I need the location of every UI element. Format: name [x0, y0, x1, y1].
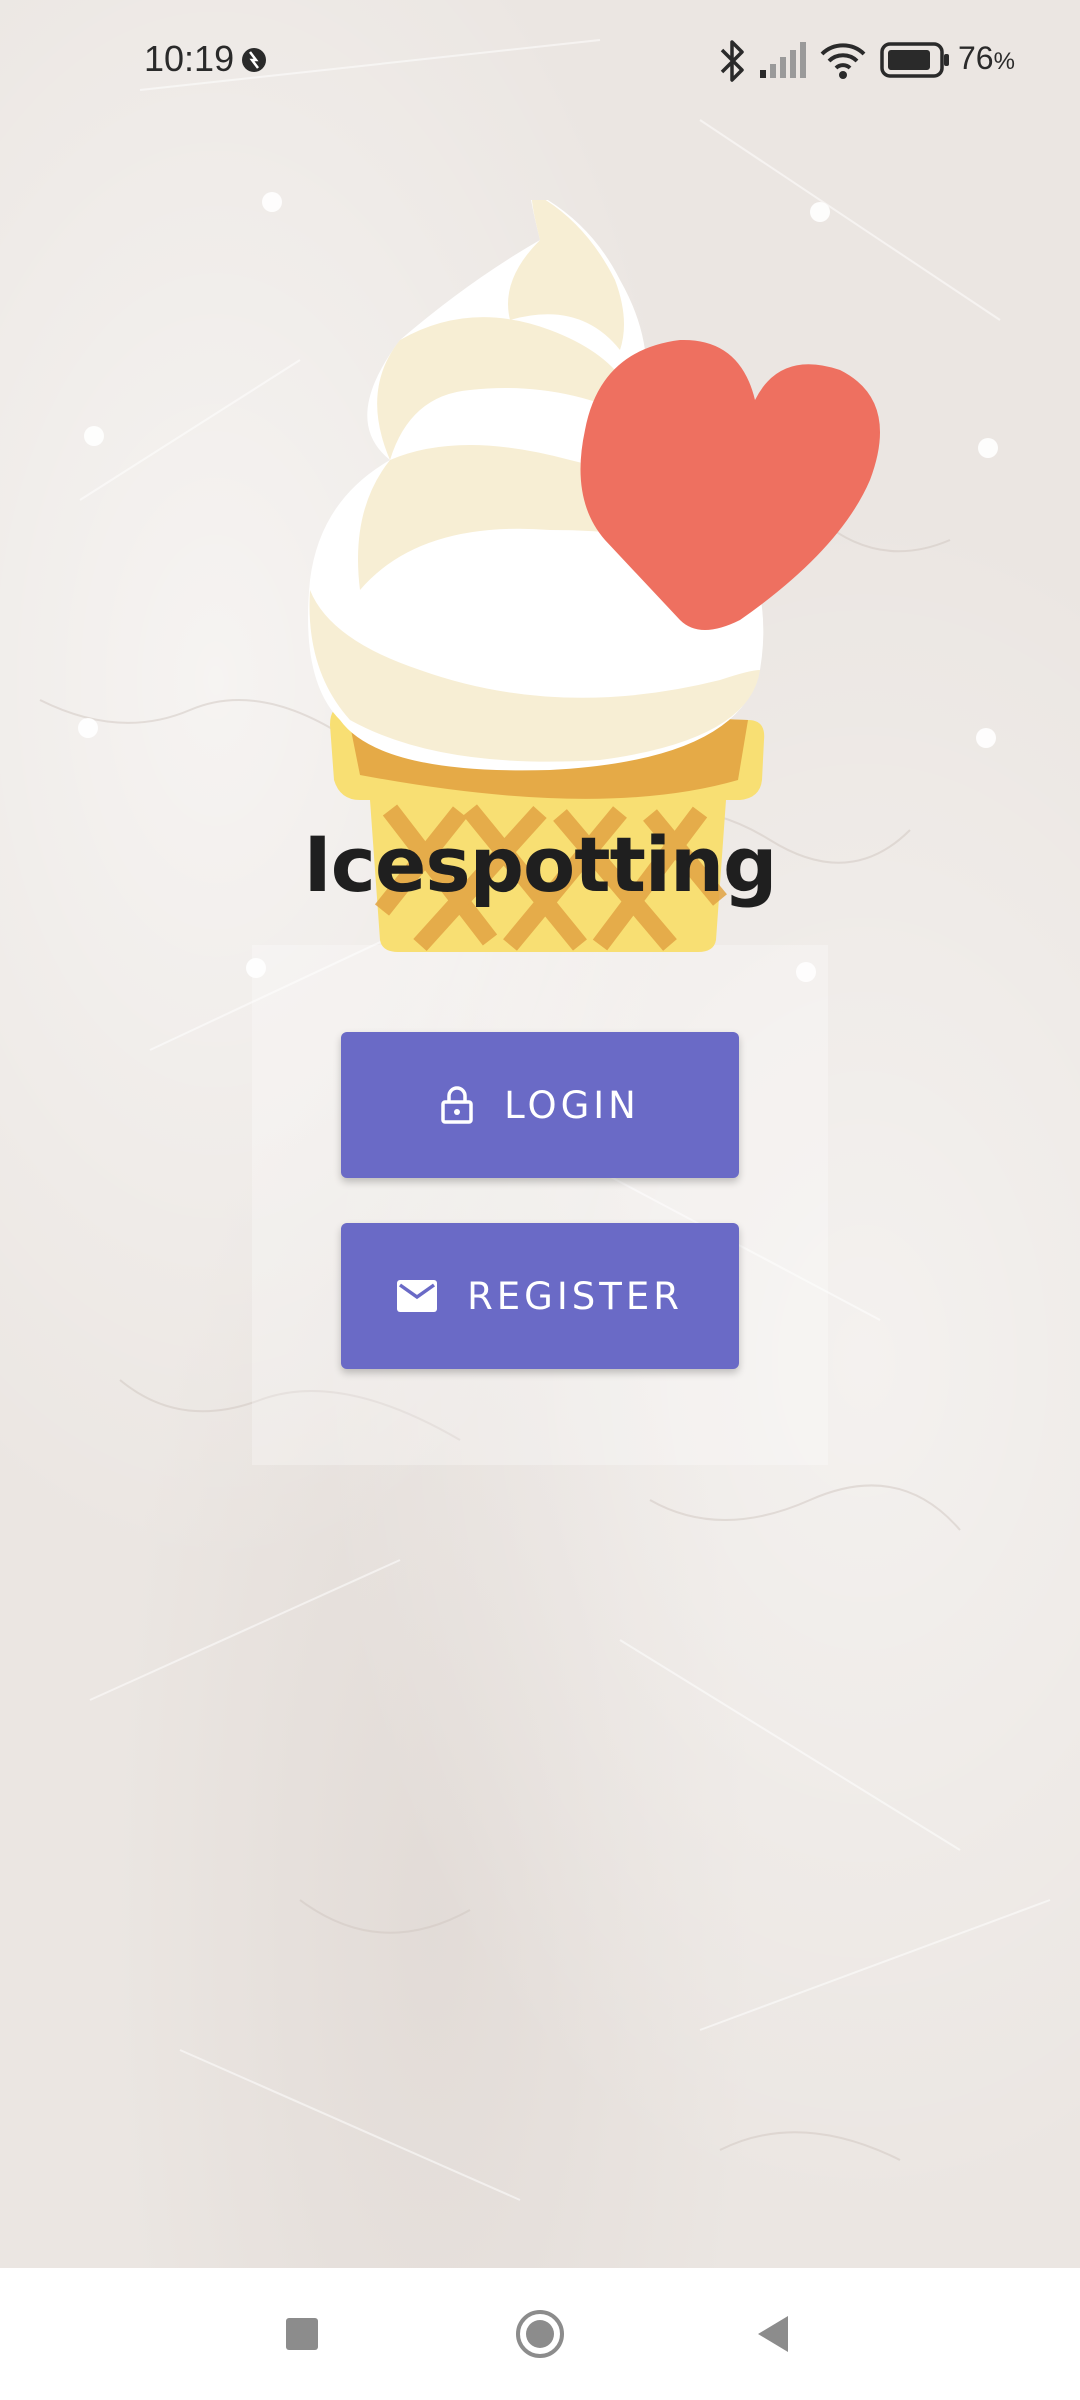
login-button-label: LOGIN: [504, 1083, 640, 1127]
back-triangle-icon[interactable]: [740, 2300, 808, 2368]
status-bar: 10:19 76%: [0, 0, 1080, 120]
navigation-bar: [0, 2268, 1080, 2400]
register-button[interactable]: REGISTER: [341, 1223, 739, 1369]
status-time: 10:19: [144, 38, 235, 79]
screen: 10:19 76% Icespotting LOGIN REGISTER: [0, 0, 1080, 2400]
signal-icon: [758, 40, 808, 85]
lock-icon: [440, 1086, 474, 1124]
notification-app-icon: [240, 44, 268, 81]
battery-icon: [880, 42, 952, 83]
button-panel: [252, 945, 828, 1465]
bluetooth-icon: [718, 38, 748, 89]
register-button-label: REGISTER: [467, 1274, 683, 1318]
mail-icon: [397, 1280, 438, 1312]
recents-square-icon[interactable]: [268, 2300, 336, 2368]
login-button[interactable]: LOGIN: [341, 1032, 739, 1178]
app-title: Icespotting: [303, 820, 778, 909]
battery-percent: 76%: [958, 40, 1015, 76]
home-circle-icon[interactable]: [506, 2300, 574, 2368]
wifi-icon: [818, 40, 868, 85]
